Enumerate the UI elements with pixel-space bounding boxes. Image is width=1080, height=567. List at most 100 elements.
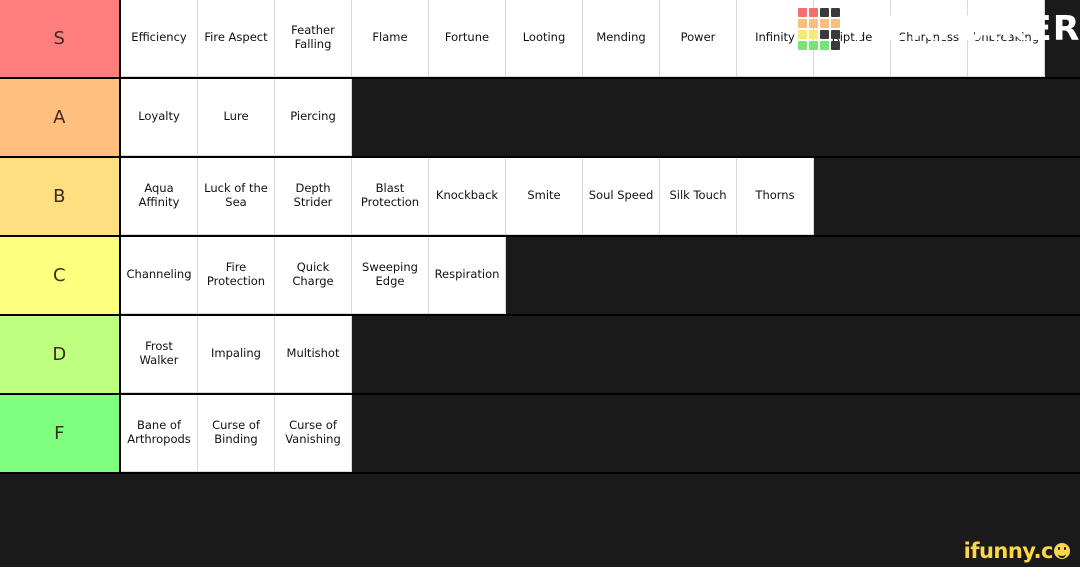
- tier-item[interactable]: Thorns: [737, 158, 814, 235]
- tier-item[interactable]: Sweeping Edge: [352, 237, 429, 314]
- tier-item[interactable]: Piercing: [275, 79, 352, 156]
- logo-tile: [830, 41, 840, 50]
- tier-item-label: Flame: [372, 30, 408, 45]
- tier-item[interactable]: Soul Speed: [583, 158, 660, 235]
- tier-item[interactable]: Quick Charge: [275, 237, 352, 314]
- tier-item-label: Soul Speed: [588, 188, 654, 203]
- tier-item-label: Quick Charge: [292, 260, 334, 288]
- tier-item[interactable]: Silk Touch: [660, 158, 737, 235]
- tier-item-label: Looting: [522, 30, 566, 45]
- logo-tile: [808, 19, 818, 28]
- ifunny-watermark-text: ifunny.c: [963, 539, 1054, 563]
- tier-items-f: Bane of Arthropods Curse of Binding Curse …: [121, 395, 1080, 472]
- tier-item-label: Fire Aspect: [204, 30, 268, 45]
- tier-item-label: Lure: [223, 109, 249, 124]
- tier-item-label: Channeling: [126, 267, 192, 282]
- tiermaker-logo: TiERMAKER: [797, 8, 1080, 50]
- tier-item[interactable]: Power: [660, 0, 737, 77]
- tier-item-label: Fire Protection: [206, 260, 266, 288]
- tier-row-b: B Aqua Affinity Luck of the Sea Depth Strid…: [0, 158, 1080, 237]
- tier-item[interactable]: Impaling: [198, 316, 275, 393]
- logo-tile: [797, 41, 807, 50]
- logo-tile: [808, 30, 818, 39]
- logo-tile: [808, 8, 818, 17]
- tier-label-f[interactable]: F: [0, 395, 121, 472]
- logo-tile: [830, 19, 840, 28]
- tier-item-label: Bane of Arthropods: [127, 418, 191, 446]
- tier-item-label: Loyalty: [138, 109, 180, 124]
- tier-item-label: Fortune: [444, 30, 490, 45]
- tier-item-label: Mending: [596, 30, 646, 45]
- tier-item[interactable]: Smite: [506, 158, 583, 235]
- tier-item[interactable]: Channeling: [121, 237, 198, 314]
- tier-row-d: D Frost Walker Impaling Multishot: [0, 316, 1080, 395]
- logo-tile: [819, 41, 829, 50]
- tier-item[interactable]: Efficiency: [121, 0, 198, 77]
- tier-item[interactable]: Fire Aspect: [198, 0, 275, 77]
- tier-item-label: Multishot: [286, 346, 340, 361]
- tier-label-c[interactable]: C: [0, 237, 121, 314]
- tiermaker-wordmark: TiERMAKER: [846, 9, 1080, 49]
- tier-item[interactable]: Depth Strider: [275, 158, 352, 235]
- tier-item-label: Feather Falling: [291, 23, 335, 51]
- logo-tile: [797, 30, 807, 39]
- tier-item-label: Aqua Affinity: [138, 181, 180, 209]
- tier-item-label: Curse of Vanishing: [285, 418, 341, 446]
- logo-tile: [819, 19, 829, 28]
- logo-tile: [797, 19, 807, 28]
- tier-item[interactable]: Looting: [506, 0, 583, 77]
- tier-item-label: Depth Strider: [293, 181, 333, 209]
- tier-item[interactable]: Loyalty: [121, 79, 198, 156]
- tier-item[interactable]: Respiration: [429, 237, 506, 314]
- smiley-face-icon: [1054, 543, 1070, 559]
- tier-item[interactable]: Curse of Binding: [198, 395, 275, 472]
- ifunny-watermark: ifunny.c: [964, 539, 1070, 563]
- tier-item-label: Thorns: [755, 188, 795, 203]
- tier-item-label: Smite: [527, 188, 561, 203]
- tier-row-c: C Channeling Fire Protection Quick Charge Sw…: [0, 237, 1080, 316]
- tier-item-label: Silk Touch: [669, 188, 727, 203]
- tier-item-label: Impaling: [211, 346, 261, 361]
- tier-item[interactable]: Flame: [352, 0, 429, 77]
- tier-row-f: F Bane of Arthropods Curse of Binding Curse…: [0, 395, 1080, 474]
- tier-item[interactable]: Knockback: [429, 158, 506, 235]
- tier-item[interactable]: Feather Falling: [275, 0, 352, 77]
- tier-row-a: A Loyalty Lure Piercing: [0, 79, 1080, 158]
- tier-items-d: Frost Walker Impaling Multishot: [121, 316, 1080, 393]
- tier-items-a: Loyalty Lure Piercing: [121, 79, 1080, 156]
- tier-item[interactable]: Bane of Arthropods: [121, 395, 198, 472]
- tier-items-b: Aqua Affinity Luck of the Sea Depth Stride…: [121, 158, 1080, 235]
- tier-label-b[interactable]: B: [0, 158, 121, 235]
- tier-item[interactable]: Fortune: [429, 0, 506, 77]
- logo-tile: [797, 8, 807, 17]
- tier-item-label: Curse of Binding: [212, 418, 260, 446]
- logo-tile: [830, 8, 840, 17]
- tier-item[interactable]: Blast Protection: [352, 158, 429, 235]
- tier-label-d[interactable]: D: [0, 316, 121, 393]
- tier-item[interactable]: Frost Walker: [121, 316, 198, 393]
- tier-items-c: Channeling Fire Protection Quick Charge Swe…: [121, 237, 1080, 314]
- tier-item-label: Efficiency: [131, 30, 187, 45]
- tier-item-label: Luck of the Sea: [204, 181, 268, 209]
- tier-item-label: Knockback: [435, 188, 499, 203]
- tier-item-label: Blast Protection: [360, 181, 420, 209]
- tier-item-label: Respiration: [434, 267, 500, 282]
- tier-list-table: S Efficiency Fire Aspect Feather Falling Fla…: [0, 0, 1080, 474]
- logo-tile: [819, 8, 829, 17]
- tier-item[interactable]: Aqua Affinity: [121, 158, 198, 235]
- logo-tile: [819, 30, 829, 39]
- tier-item-label: Power: [680, 30, 716, 45]
- tier-item[interactable]: Mending: [583, 0, 660, 77]
- tier-item-label: Sweeping Edge: [362, 260, 418, 288]
- tier-item[interactable]: Lure: [198, 79, 275, 156]
- tier-item-label: Piercing: [290, 109, 336, 124]
- logo-tile: [808, 41, 818, 50]
- logo-tile: [830, 30, 840, 39]
- tier-item[interactable]: Curse of Vanishing: [275, 395, 352, 472]
- tier-item[interactable]: Luck of the Sea: [198, 158, 275, 235]
- tier-item[interactable]: Multishot: [275, 316, 352, 393]
- tier-item-label: Frost Walker: [139, 339, 179, 367]
- tier-item[interactable]: Fire Protection: [198, 237, 275, 314]
- tier-label-a[interactable]: A: [0, 79, 121, 156]
- tier-label-s[interactable]: S: [0, 0, 121, 77]
